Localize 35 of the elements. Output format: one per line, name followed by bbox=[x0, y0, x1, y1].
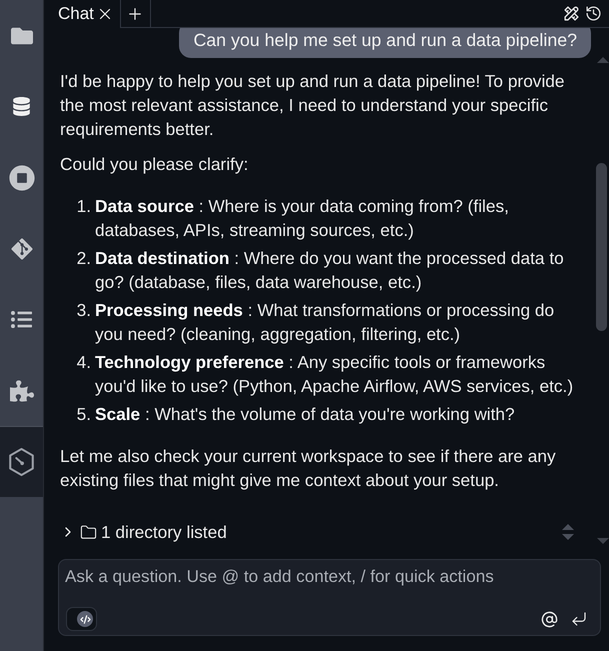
hexagon-gauge-icon bbox=[9, 448, 34, 476]
list-number: 4. bbox=[76, 351, 92, 374]
list-number: 1. bbox=[76, 195, 92, 218]
response-paragraph: Let me also check your current workspace to see if there are any existing files that might give me context about your setup. bbox=[60, 445, 557, 492]
chat-tab[interactable]: Chat bbox=[44, 0, 121, 28]
folder-icon bbox=[80, 524, 97, 540]
scroll-down-arrow-icon bbox=[597, 538, 609, 544]
code-toggle[interactable] bbox=[66, 607, 97, 631]
list-item-text: Data destination : Where do you want the processed data to go? (database, files, data warehouse, etc.) bbox=[95, 247, 565, 294]
at-sign-icon bbox=[540, 610, 558, 628]
puzzle-piece-icon bbox=[10, 378, 34, 402]
git-icon bbox=[10, 236, 34, 260]
database-icon bbox=[12, 97, 31, 116]
user-message-bubble: Can you help me set up and run a data pipeline? bbox=[179, 28, 591, 58]
response-paragraph: I'd be happy to help you set up and run a data pipeline! To provide the most relevant assistance, I need to understand your specific requirements better. bbox=[60, 70, 566, 141]
list-icon bbox=[11, 309, 32, 330]
list-item-text: Scale : What's the volume of data you're working with? bbox=[95, 403, 515, 426]
code-icon bbox=[77, 611, 93, 627]
history-icon bbox=[585, 5, 602, 22]
list-item-text: Processing needs : What transformations or processing do you need? (cleaning, aggregation, filtering, etc.) bbox=[95, 299, 556, 346]
tool-call-toggle[interactable]: 1 directory listed bbox=[60, 520, 227, 544]
up-down-arrows-icon bbox=[561, 522, 575, 542]
list-item-text: Data source : Where is your data coming from? (files, databases, APIs, streaming sources, etc.) bbox=[95, 195, 510, 242]
scroll-up-arrow-icon bbox=[597, 57, 609, 63]
sidebar-item[interactable] bbox=[0, 426, 43, 497]
tools-icon bbox=[562, 5, 580, 22]
list-number: 2. bbox=[76, 247, 92, 270]
scrollbar-thumb[interactable] bbox=[596, 163, 607, 331]
composer-box[interactable]: Ask a question. Use @ to add context, / for quick actions bbox=[58, 559, 601, 636]
response-paragraph: Could you please clarify: bbox=[60, 153, 250, 176]
list-item-text: Technology preference : Any specific tools or frameworks you'd like to use? (Python, Apache Airflow, AWS services, etc.) bbox=[95, 351, 574, 398]
enter-icon bbox=[570, 610, 588, 628]
message-input[interactable]: Ask a question. Use @ to add context, / for quick actions bbox=[59, 561, 600, 593]
list-number: 5. bbox=[76, 403, 92, 426]
list-number: 3. bbox=[76, 299, 92, 322]
